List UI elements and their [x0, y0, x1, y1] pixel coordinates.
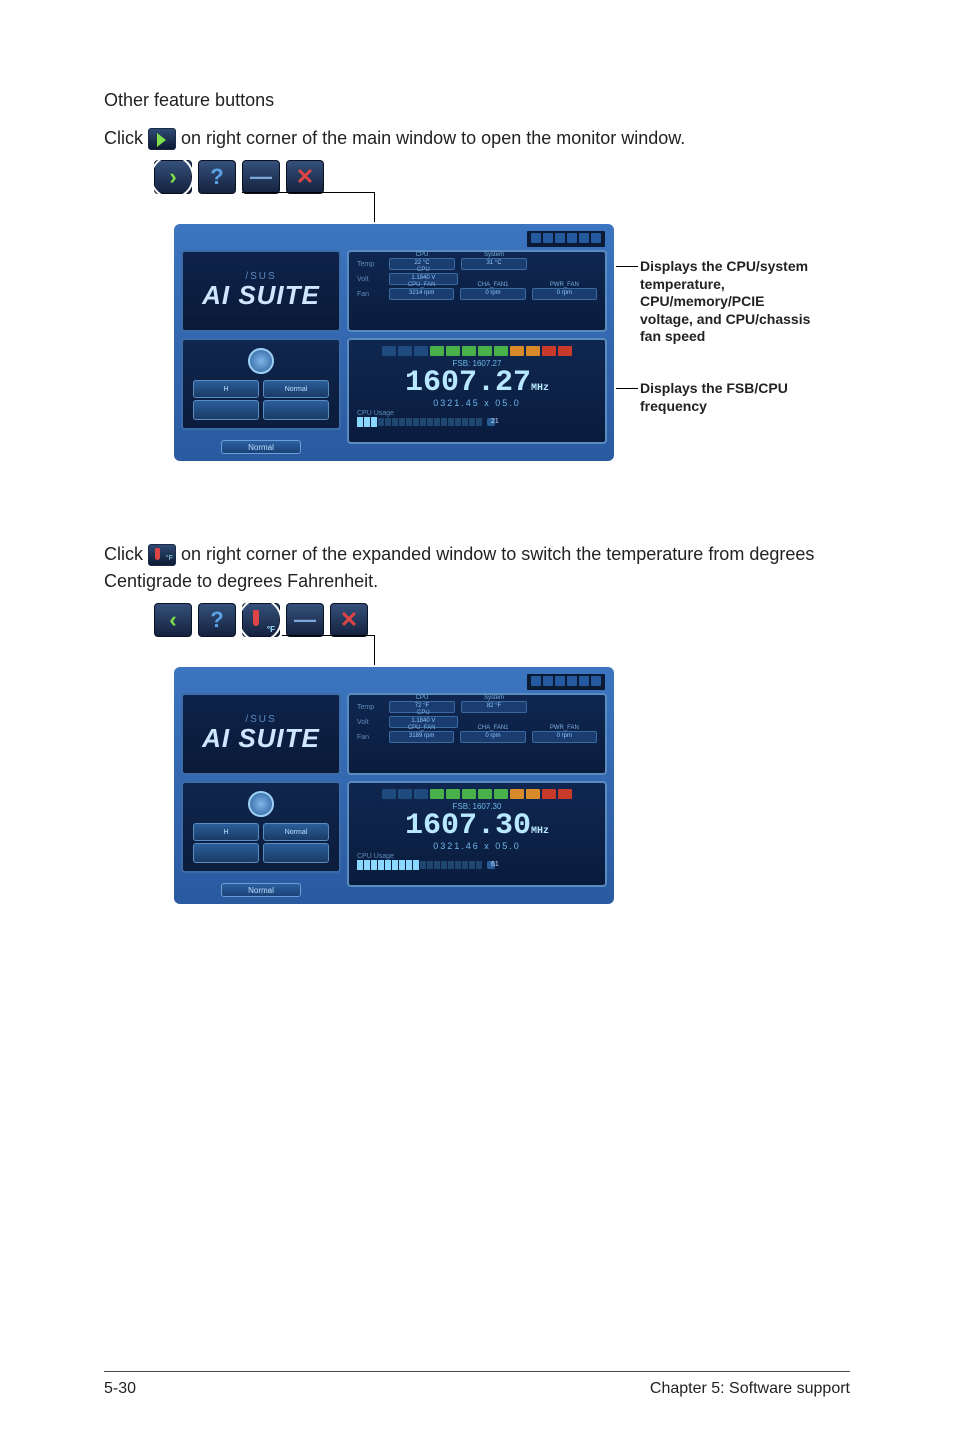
chip[interactable]: H — [193, 823, 259, 841]
cha-fan-value: CHA_FAN10 rpm — [460, 731, 525, 743]
highlight-circle — [238, 598, 282, 642]
progress-dots — [357, 346, 597, 356]
row-label: Volt — [357, 276, 383, 283]
expand-button[interactable]: › — [154, 160, 192, 194]
pwr-fan-value: PWR_FAN0 rpm — [532, 288, 597, 300]
cpu-usage-bar: 21 — [357, 417, 597, 427]
cpu-frequency-value: 1607.30MHz — [357, 811, 597, 841]
ctrl-button[interactable] — [263, 843, 329, 863]
mode-badge-icon[interactable] — [248, 791, 274, 817]
toolbar-1: › ? — ✕ — [154, 160, 850, 194]
sensors-panel: Temp CPU22 °C System31 °C Volt CPU1.1840… — [347, 250, 607, 332]
page-footer: 5-30 Chapter 5: Software support — [104, 1371, 850, 1398]
cpu-fan-value: CPU_FAN3214 rpm — [389, 288, 454, 300]
window-controls[interactable] — [527, 674, 605, 690]
ctrl-button[interactable] — [263, 400, 329, 420]
page-number: 5-30 — [104, 1380, 136, 1398]
mode-badge-icon[interactable] — [248, 348, 274, 374]
multiplier-line: 0321.46 x 05.0 — [357, 841, 597, 851]
row-label: Temp — [357, 704, 383, 711]
connector-line — [174, 194, 850, 224]
minimize-button[interactable]: — — [242, 160, 280, 194]
instruction-2: Click on right corner of the expanded wi… — [104, 541, 850, 595]
row-label: Fan — [357, 291, 383, 298]
text: Click — [104, 544, 148, 564]
expand-arrow-icon — [148, 128, 176, 150]
toolbar-2: ‹ ? — ✕ — [154, 603, 850, 637]
ctrl-button[interactable] — [193, 400, 259, 420]
text: on right corner of the expanded window t… — [104, 544, 814, 591]
collapse-button[interactable]: ‹ — [154, 603, 192, 637]
text: on right corner of the main window to op… — [181, 128, 685, 148]
mode-chip[interactable]: Normal — [263, 380, 329, 398]
highlight-circle — [150, 155, 194, 199]
frequency-panel: FSB: 1607.30 1607.30MHz 0321.46 x 05.0 C… — [347, 781, 607, 887]
chip[interactable]: H — [193, 380, 259, 398]
control-block: HNormal — [181, 338, 341, 430]
ai-suite-panel-1: /SUS AI SUITE HNormal Normal Temp CPU22 … — [174, 224, 614, 461]
help-button[interactable]: ? — [198, 160, 236, 194]
row-label: Fan — [357, 734, 383, 741]
pwr-fan-value: PWR_FAN0 rpm — [532, 731, 597, 743]
row-label: Volt — [357, 719, 383, 726]
chapter-label: Chapter 5: Software support — [650, 1380, 850, 1398]
status-pill: Normal — [221, 883, 301, 897]
minimize-button[interactable]: — — [286, 603, 324, 637]
callout-frequency: Displays the FSB/CPU frequency — [640, 380, 830, 415]
connector-line — [174, 637, 850, 667]
sensors-panel: Temp CPU72 °F System82 °F Volt CPU1.1840… — [347, 693, 607, 775]
instruction-1: Click on right corner of the main window… — [104, 125, 850, 152]
sys-temp-value: System82 °F — [461, 701, 527, 713]
mode-chip[interactable]: Normal — [263, 823, 329, 841]
sys-temp-value: System31 °C — [461, 258, 527, 270]
close-button[interactable]: ✕ — [330, 603, 368, 637]
usage-pct: 61 — [487, 861, 495, 869]
section-heading: Other feature buttons — [104, 90, 850, 111]
text: Click — [104, 128, 148, 148]
cpu-fan-value: CPU_FAN3189 rpm — [389, 731, 454, 743]
ai-suite-panel-2: /SUS AI SUITE HNormal Normal Temp CPU72 … — [174, 667, 614, 904]
cpu-usage-bar: 61 — [357, 860, 597, 870]
temperature-toggle-button[interactable] — [242, 603, 280, 637]
window-controls[interactable] — [527, 231, 605, 247]
logo-block: /SUS AI SUITE — [181, 693, 341, 775]
logo-text: AI SUITE — [202, 723, 320, 754]
temperature-toggle-icon — [148, 544, 176, 566]
cha-fan-value: CHA_FAN10 rpm — [460, 288, 525, 300]
frequency-panel: FSB: 1607.27 1607.27MHz 0321.45 x 05.0 C… — [347, 338, 607, 444]
row-label: Temp — [357, 261, 383, 268]
status-pill: Normal — [221, 440, 301, 454]
logo-block: /SUS AI SUITE — [181, 250, 341, 332]
cpu-usage-label: CPU Usage — [357, 410, 597, 417]
help-button[interactable]: ? — [198, 603, 236, 637]
cpu-frequency-value: 1607.27MHz — [357, 368, 597, 398]
ctrl-button[interactable] — [193, 843, 259, 863]
progress-dots — [357, 789, 597, 799]
usage-pct: 21 — [487, 418, 495, 426]
logo-text: AI SUITE — [202, 280, 320, 311]
cpu-usage-label: CPU Usage — [357, 853, 597, 860]
multiplier-line: 0321.45 x 05.0 — [357, 398, 597, 408]
callout-sensors: Displays the CPU/system temperature, CPU… — [640, 258, 820, 346]
close-button[interactable]: ✕ — [286, 160, 324, 194]
control-block: HNormal — [181, 781, 341, 873]
